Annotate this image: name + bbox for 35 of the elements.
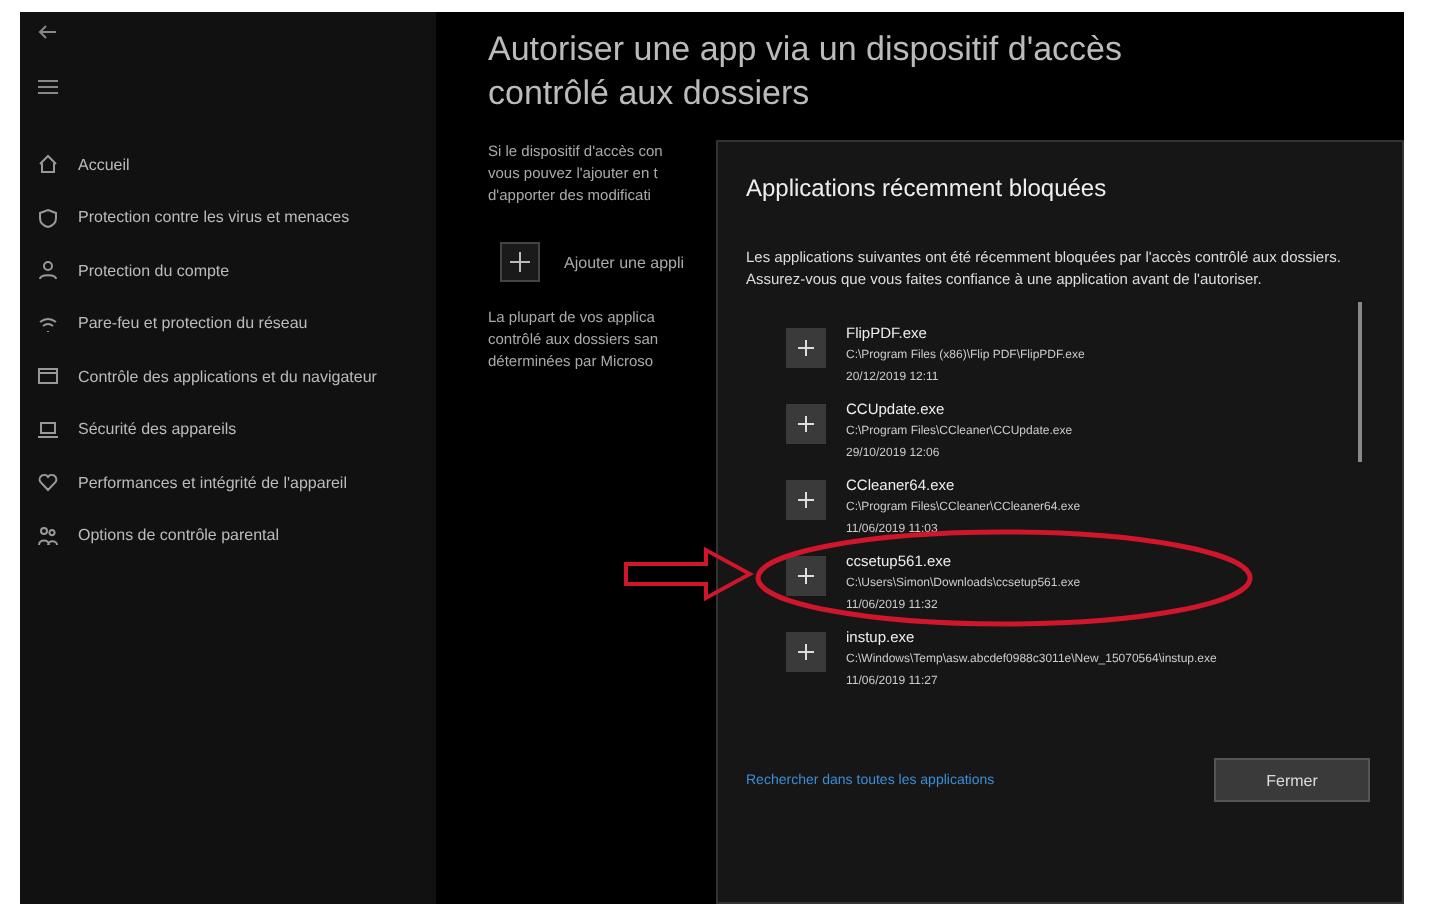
scrollbar[interactable] (1358, 302, 1362, 462)
plus-icon (798, 492, 814, 508)
add-app-tile[interactable] (786, 480, 826, 520)
nav-item[interactable]: Protection du compte (78, 261, 230, 280)
add-app-tile[interactable] (786, 632, 826, 672)
nav-item[interactable]: Sécurité des appareils (78, 420, 237, 439)
add-app-tile[interactable] (786, 556, 826, 596)
shield-icon (38, 207, 58, 228)
menu-icon[interactable] (38, 80, 58, 94)
pointer-arrow (622, 546, 754, 602)
plus-icon (798, 416, 814, 432)
add-app-icon[interactable] (500, 242, 540, 282)
nav-item[interactable]: Accueil (78, 155, 130, 174)
close-button[interactable]: Fermer (1214, 758, 1370, 802)
nav-item[interactable]: Options de contrôle parental (78, 526, 280, 545)
family-icon (38, 525, 58, 546)
plus-icon (798, 568, 814, 584)
add-app-button[interactable]: Ajouter une appli (564, 253, 685, 271)
window-icon (38, 366, 58, 387)
plus-icon (798, 644, 814, 660)
nav-item[interactable]: Pare-feu et protection du réseau (78, 314, 308, 333)
back-arrow-icon[interactable] (38, 24, 58, 40)
dialog-title: Applications récemment bloquées (746, 174, 1109, 202)
nav-item[interactable]: Protection contre les virus et menaces (78, 208, 350, 227)
page-title: Autoriser une app via un dispositif d'accès contrôlé aux dossiers (488, 28, 1124, 116)
home-icon (38, 154, 58, 175)
nav-item[interactable]: Performances et intégrité de l'appareil (78, 473, 347, 492)
nav-item[interactable]: Contrôle des applications et du navigateur (78, 367, 377, 386)
heart-icon (38, 472, 58, 493)
plus-icon (798, 340, 814, 356)
person-icon (38, 260, 58, 281)
laptop-icon (38, 419, 58, 440)
add-app-tile[interactable] (786, 404, 826, 444)
add-app-tile[interactable] (786, 328, 826, 368)
wifi-icon (38, 313, 58, 334)
